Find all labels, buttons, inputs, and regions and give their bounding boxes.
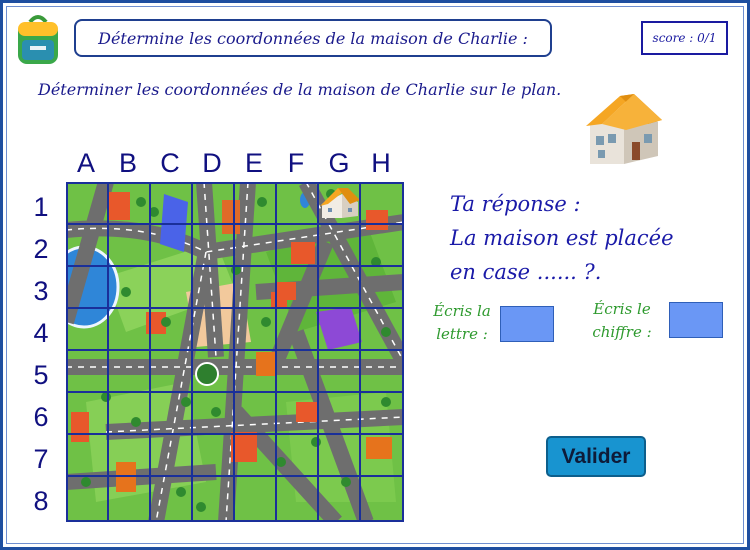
digit-label-line-1: Écris le [593,300,651,318]
col-label-a: A [76,148,95,178]
row-label-1: 1 [33,192,49,222]
digit-input[interactable] [669,302,723,338]
answer-line-1: Ta réponse : [450,192,581,216]
letter-input-label: Écris la lettre : [425,300,499,346]
letter-input[interactable] [500,306,554,342]
col-label-h: H [371,148,391,178]
col-label-g: G [328,148,350,178]
row-label-3: 3 [33,276,49,306]
row-label-2: 2 [33,234,49,264]
house-icon [586,94,662,164]
col-label-e: E [244,148,263,178]
letter-label-line-2: lettre : [436,325,488,343]
col-label-f: F [287,148,305,178]
answer-line-3: en case ...... ?. [450,260,602,284]
city-map [66,182,404,522]
digit-label-line-2: chiffre : [592,323,652,341]
score-display: score : 0/1 [641,21,728,55]
instruction-text: Déterminer les coordonnées de la maison … [38,80,562,99]
answer-line-2: La maison est placée [450,226,674,250]
digit-input-label: Écris le chiffre : [582,298,662,344]
row-label-6: 6 [33,402,49,432]
answer-prompt: Ta réponse : La maison est placée en cas… [450,187,674,289]
page-title: Détermine les coordonnées de la maison d… [74,19,552,57]
backpack-icon [18,15,58,64]
col-label-d: D [202,148,222,178]
col-label-b: B [118,148,137,178]
col-label-c: C [160,148,180,178]
row-label-5: 5 [33,360,49,390]
row-label-7: 7 [33,444,49,474]
validate-button[interactable]: Valider [546,436,646,477]
letter-label-line-1: Écris la [433,302,491,320]
row-label-8: 8 [33,486,49,516]
row-label-4: 4 [33,318,49,348]
